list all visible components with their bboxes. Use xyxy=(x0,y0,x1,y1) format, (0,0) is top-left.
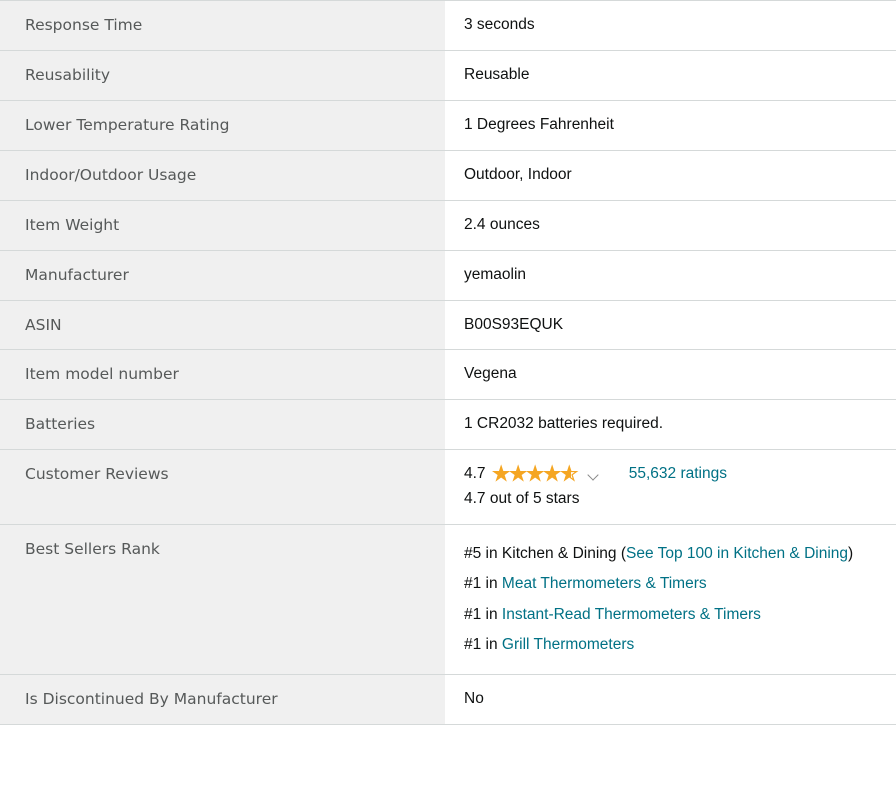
detail-label: Reusability xyxy=(0,50,445,101)
detail-value-customer-reviews: 4.7 ★★★★★ ★★★★★ ★★★★★ 55,632 ratings 4.7… xyxy=(445,449,896,525)
best-sellers-rank-item: #1 in Meat Thermometers & Timers xyxy=(464,569,876,599)
rating-value: 4.7 xyxy=(464,465,486,483)
rank-category-link[interactable]: See Top 100 in Kitchen & Dining xyxy=(626,545,848,562)
table-row: Response Time 3 seconds xyxy=(0,0,896,51)
rank-prefix: #1 in xyxy=(464,635,502,653)
best-sellers-rank-item: #5 in Kitchen & Dining (See Top 100 in K… xyxy=(464,539,876,569)
detail-value: B00S93EQUK xyxy=(445,300,896,350)
rank-category-link[interactable]: Meat Thermometers & Timers xyxy=(502,575,707,592)
detail-label-discontinued: Is Discontinued By Manufacturer xyxy=(0,674,445,725)
detail-table-body: Response Time 3 seconds Reusability Reus… xyxy=(0,0,896,725)
rank-category-link[interactable]: Instant-Read Thermometers & Timers xyxy=(502,606,761,623)
table-row-discontinued: Is Discontinued By Manufacturer No xyxy=(0,674,896,725)
table-row-best-sellers-rank: Best Sellers Rank #5 in Kitchen & Dining… xyxy=(0,524,896,675)
detail-label: Indoor/Outdoor Usage xyxy=(0,150,445,201)
table-row: Indoor/Outdoor Usage Outdoor, Indoor xyxy=(0,150,896,201)
detail-label-best-sellers-rank: Best Sellers Rank xyxy=(0,524,445,675)
detail-label: ASIN xyxy=(0,300,445,350)
detail-value: Reusable xyxy=(445,50,896,101)
detail-label: Item model number xyxy=(0,349,445,400)
table-row: ASIN B00S93EQUK xyxy=(0,300,896,350)
detail-value-discontinued: No xyxy=(445,674,896,725)
rating-text: 4.7 out of 5 stars xyxy=(464,490,580,508)
table-row: Lower Temperature Rating 1 Degrees Fahre… xyxy=(0,100,896,151)
rank-category-link[interactable]: Grill Thermometers xyxy=(502,636,634,653)
detail-label: Response Time xyxy=(0,0,445,51)
detail-label: Lower Temperature Rating xyxy=(0,100,445,151)
detail-value: 1 CR2032 batteries required. xyxy=(445,399,896,450)
rank-prefix: #1 in xyxy=(464,575,502,593)
best-sellers-rank-item: #1 in Grill Thermometers xyxy=(464,630,876,660)
detail-value: 3 seconds xyxy=(445,0,896,51)
best-sellers-rank-list: #5 in Kitchen & Dining (See Top 100 in K… xyxy=(464,539,876,660)
rank-prefix: #1 in xyxy=(464,605,502,623)
detail-label-customer-reviews: Customer Reviews xyxy=(0,449,445,525)
ratings-count-link[interactable]: 55,632 ratings xyxy=(629,464,727,485)
detail-value: yemaolin xyxy=(445,250,896,301)
detail-label: Item Weight xyxy=(0,200,445,251)
product-information-table: Response Time 3 seconds Reusability Reus… xyxy=(0,0,896,796)
table-row-customer-reviews: Customer Reviews 4.7 ★★★★★ ★★★★★ ★★★★★ 5… xyxy=(0,449,896,525)
rating-summary-row: 4.7 ★★★★★ ★★★★★ ★★★★★ 55,632 ratings xyxy=(464,464,876,485)
detail-value: 1 Degrees Fahrenheit xyxy=(445,100,896,151)
star-rating-filled: ★★★★★ xyxy=(492,465,571,485)
detail-label: Manufacturer xyxy=(0,250,445,301)
chevron-down-icon[interactable] xyxy=(587,468,601,482)
rank-suffix: ) xyxy=(848,545,854,563)
best-sellers-rank-item: #1 in Instant-Read Thermometers & Timers xyxy=(464,600,876,630)
table-row: Item Weight 2.4 ounces xyxy=(0,200,896,251)
table-row: Reusability Reusable xyxy=(0,50,896,101)
detail-value-best-sellers-rank: #5 in Kitchen & Dining (See Top 100 in K… xyxy=(445,524,896,675)
rank-prefix: #5 in Kitchen & Dining ( xyxy=(464,545,626,563)
table-row: Batteries 1 CR2032 batteries required. xyxy=(0,399,896,450)
detail-table: Response Time 3 seconds Reusability Reus… xyxy=(0,0,896,725)
detail-label: Batteries xyxy=(0,399,445,450)
table-row: Manufacturer yemaolin xyxy=(0,250,896,301)
star-rating-icon[interactable]: ★★★★★ ★★★★★ ★★★★★ xyxy=(492,465,578,485)
detail-value: Outdoor, Indoor xyxy=(445,150,896,201)
detail-value: 2.4 ounces xyxy=(445,200,896,251)
detail-value: Vegena xyxy=(445,349,896,400)
table-row: Item model number Vegena xyxy=(0,349,896,400)
